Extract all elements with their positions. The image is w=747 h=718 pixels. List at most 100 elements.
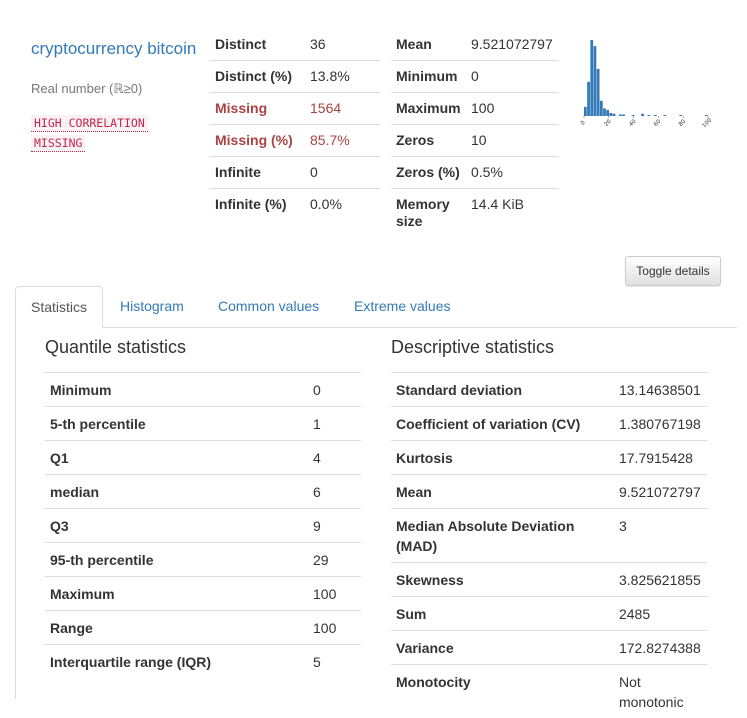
descriptive-statistics-title: Descriptive statistics	[391, 337, 554, 358]
stat-label: Skewness	[391, 563, 614, 597]
tab-statistics[interactable]: Statistics	[15, 286, 103, 329]
panel-border	[15, 328, 16, 699]
overview-row-alert: Missing (%)85.7%	[210, 125, 380, 157]
overview-label: Memory size	[391, 189, 466, 238]
tab-common-values[interactable]: Common values	[203, 286, 334, 328]
alert-badge-high-correlation: HIGH CORRELATION	[31, 115, 148, 132]
table-row: 5-th percentile1	[45, 407, 361, 441]
alert-badge-missing: MISSING	[31, 135, 85, 152]
overview-row: Memory size14.4 KiB	[391, 189, 558, 238]
table-row: Variance172.8274388	[391, 631, 707, 665]
overview-row: Maximum100	[391, 93, 558, 125]
overview-row: Distinct (%)13.8%	[210, 61, 380, 93]
table-row: Minimum0	[45, 373, 361, 407]
overview-label: Zeros (%)	[391, 157, 466, 189]
stat-label: Variance	[391, 631, 614, 665]
overview-value: 0.0%	[305, 189, 380, 221]
stat-label: Sum	[391, 597, 614, 631]
stat-value: 1	[308, 407, 361, 441]
table-row: Range100	[45, 611, 361, 645]
histogram-tick-label: 60	[653, 118, 663, 128]
stat-label: Maximum	[45, 577, 308, 611]
histogram-bar	[619, 114, 622, 116]
overview-label: Zeros	[391, 125, 466, 157]
stat-label: Mean	[391, 475, 614, 509]
toggle-details-button[interactable]: Toggle details	[625, 256, 721, 286]
overview-label: Missing (%)	[210, 125, 305, 157]
alerts: HIGH CORRELATION MISSING	[31, 115, 148, 155]
stat-value: 3.825621855	[614, 563, 707, 597]
table-row: 95-th percentile29	[45, 543, 361, 577]
table-row: Kurtosis17.7915428	[391, 441, 707, 475]
stat-value: 29	[308, 543, 361, 577]
histogram-tick-label: 80	[678, 118, 688, 128]
overview-row: Infinite (%)0.0%	[210, 189, 380, 221]
histogram-tick-label: 20	[603, 118, 613, 128]
overview-label: Mean	[391, 29, 466, 61]
stat-value: 6	[308, 475, 361, 509]
overview-row: Zeros (%)0.5%	[391, 157, 558, 189]
histogram-bar	[622, 114, 625, 116]
stat-value: 3	[614, 509, 707, 563]
histogram-bar	[705, 115, 708, 116]
histogram-tick-label: 100	[701, 117, 713, 129]
variable-name[interactable]: cryptocurrency bitcoin	[31, 39, 201, 59]
stat-value: 2485	[614, 597, 707, 631]
overview-label: Missing	[210, 93, 305, 125]
table-row: Mean9.521072797	[391, 475, 707, 509]
stat-label: Interquartile range (IQR)	[45, 645, 308, 679]
overview-row: Mean9.521072797	[391, 29, 558, 61]
descriptive-statistics-table: Standard deviation13.14638501 Coefficien…	[391, 372, 707, 718]
stat-label: Minimum	[45, 373, 308, 407]
table-row: Coefficient of variation (CV)1.380767198	[391, 407, 707, 441]
stat-label: Coefficient of variation (CV)	[391, 407, 614, 441]
overview-row-alert: Missing1564	[210, 93, 380, 125]
stat-value: 1.380767198	[614, 407, 707, 441]
overview-value: 0	[466, 61, 558, 93]
variable-type: Real number (ℝ≥0)	[31, 81, 142, 97]
histogram-bar	[632, 115, 635, 116]
histogram-bar	[606, 110, 609, 116]
stat-value: 100	[308, 577, 361, 611]
overview-value: 85.7%	[305, 125, 380, 157]
table-row: Standard deviation13.14638501	[391, 373, 707, 407]
overview-row: Distinct36	[210, 29, 380, 61]
table-row: Skewness3.825621855	[391, 563, 707, 597]
overview-row: Minimum0	[391, 61, 558, 93]
table-row: Median Absolute Deviation (MAD)3	[391, 509, 707, 563]
table-row: Interquartile range (IQR)5	[45, 645, 361, 679]
histogram-bar	[654, 115, 657, 116]
histogram-bar	[587, 82, 590, 116]
histogram-bar	[663, 115, 666, 116]
stat-value: Not monotonic	[614, 665, 707, 718]
overview-label: Infinite (%)	[210, 189, 305, 221]
stat-label: Q1	[45, 441, 308, 475]
stat-value: 4	[308, 441, 361, 475]
overview-table-right: Mean9.521072797 Minimum0 Maximum100 Zero…	[391, 29, 558, 237]
table-row: MonotocityNot monotonic	[391, 665, 707, 718]
stat-value: 5	[308, 645, 361, 679]
stat-value: 0	[308, 373, 361, 407]
tab-histogram[interactable]: Histogram	[105, 286, 199, 328]
histogram-bar	[594, 46, 597, 116]
table-row: Sum2485	[391, 597, 707, 631]
histogram-tick-label: 40	[628, 118, 638, 128]
overview-value: 36	[305, 29, 380, 61]
overview-label: Distinct	[210, 29, 305, 61]
overview-label: Infinite	[210, 157, 305, 189]
histogram-bar	[648, 115, 651, 116]
stat-value: 9.521072797	[614, 475, 707, 509]
stat-label: Standard deviation	[391, 373, 614, 407]
histogram-bar	[641, 114, 644, 116]
stat-value: 17.7915428	[614, 441, 707, 475]
tab-extreme-values[interactable]: Extreme values	[339, 286, 465, 328]
mini-histogram: 0 20 40 60 80 100	[578, 36, 718, 136]
table-row: Q14	[45, 441, 361, 475]
overview-value: 13.8%	[305, 61, 380, 93]
histogram-bar	[600, 101, 603, 116]
overview-value: 0.5%	[466, 157, 558, 189]
histogram-tick-label: 0	[580, 120, 587, 127]
histogram-bar	[597, 69, 600, 116]
overview-table-left: Distinct36 Distinct (%)13.8% Missing1564…	[210, 29, 380, 220]
overview-label: Distinct (%)	[210, 61, 305, 93]
